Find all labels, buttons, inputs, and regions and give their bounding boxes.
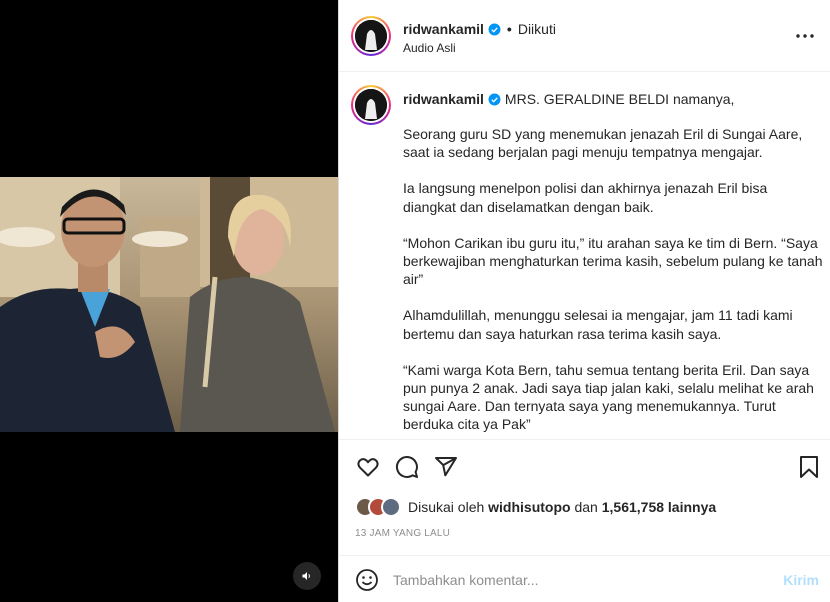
caption-paragraph: “Kami warga Kota Bern, tahu semua tentan…: [403, 361, 814, 433]
caption-paragraph: Alhamdulillah, menunggu selesai ia menga…: [403, 307, 793, 342]
comment-input[interactable]: [393, 570, 763, 590]
likes-summary: Disukai oleh widhisutopo dan 1,561,758 l…: [355, 497, 716, 517]
share-button[interactable]: [433, 454, 459, 480]
header-username[interactable]: ridwankamil: [403, 21, 484, 37]
caption-paragraph: Ia langsung menelpon polisi dan akhirnya…: [403, 180, 768, 215]
avatar-image: [355, 20, 387, 52]
comment-icon: [396, 456, 418, 478]
caption-paragraph: Seorang guru SD yang menemukan jenazah E…: [403, 126, 803, 161]
header-separator: •: [506, 21, 512, 37]
post-timestamp[interactable]: 13 JAM YANG LALU: [355, 528, 450, 539]
heart-icon: [357, 458, 379, 477]
speaker-icon: [302, 572, 310, 580]
photo-image: [0, 177, 338, 432]
audio-link[interactable]: Audio Asli: [403, 41, 456, 55]
more-icon: [796, 34, 814, 38]
post-comment-button[interactable]: Kirim: [783, 572, 819, 588]
post-media[interactable]: [0, 0, 338, 602]
liker-avatar[interactable]: [381, 497, 401, 517]
caption-paragraph: “Mohon Carikan ibu guru itu,” itu arahan…: [403, 234, 823, 288]
verified-icon: [488, 23, 501, 36]
caption-first-line: MRS. GERALDINE BELDI namanya,: [504, 91, 735, 107]
post-actions: Disukai oleh widhisutopo dan 1,561,758 l…: [339, 439, 830, 554]
comment-button[interactable]: [394, 454, 420, 480]
likes-user[interactable]: widhisutopo: [488, 499, 570, 515]
post-details-panel: ridwankamil • Diikuti Audio Asli ridwank…: [338, 0, 830, 602]
post-header: ridwankamil • Diikuti Audio Asli: [339, 0, 830, 72]
bookmark-icon: [800, 456, 818, 478]
caption-body: Seorang guru SD yang menemukan jenazah E…: [403, 125, 823, 439]
comment-bar: Kirim: [339, 555, 830, 602]
avatar-image: [355, 89, 387, 121]
likes-count[interactable]: 1,561,758 lainnya: [602, 499, 716, 515]
save-button[interactable]: [796, 454, 822, 480]
header-avatar[interactable]: [351, 16, 391, 56]
more-options-button[interactable]: [795, 26, 815, 46]
emoji-icon: [356, 569, 378, 591]
caption-section: ridwankamil MRS. GERALDINE BELDI namanya…: [339, 73, 830, 439]
likes-middle: dan: [574, 499, 598, 515]
caption-avatar[interactable]: [351, 85, 391, 125]
caption-username[interactable]: ridwankamil: [403, 91, 484, 107]
like-button[interactable]: [355, 454, 381, 480]
emoji-button[interactable]: [355, 568, 379, 592]
verified-icon: [488, 93, 501, 106]
likes-prefix: Disukai oleh: [408, 499, 485, 515]
audio-toggle-button[interactable]: [293, 562, 321, 590]
follow-status-button[interactable]: Diikuti: [518, 21, 556, 37]
post-photo[interactable]: [0, 177, 338, 432]
share-icon: [435, 457, 457, 477]
